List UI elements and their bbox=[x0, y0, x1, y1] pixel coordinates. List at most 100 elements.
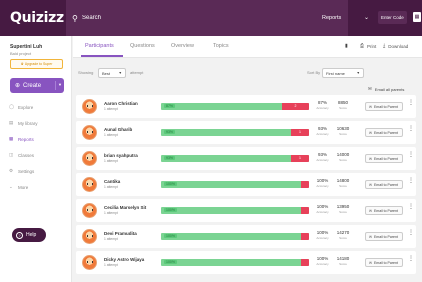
search-box[interactable]: ⚲ bbox=[66, 0, 348, 36]
chevron-down-icon[interactable]: ▼ bbox=[58, 82, 62, 87]
search-input[interactable] bbox=[82, 15, 232, 21]
tab-questions[interactable]: Questions bbox=[130, 43, 155, 49]
incorrect-segment: 1 bbox=[291, 129, 309, 136]
progress-bar: 100% bbox=[161, 259, 309, 266]
chevron-down-icon[interactable]: ⌄ bbox=[364, 14, 369, 21]
tab-participants[interactable]: Participants bbox=[85, 43, 114, 49]
more-options-icon[interactable]: ⋮ bbox=[408, 204, 414, 210]
email-to-parent-button[interactable]: ✉ Email to Parent bbox=[365, 206, 403, 215]
sidebar-item-label: More bbox=[18, 184, 29, 190]
table-row[interactable]: Devi Pramudita 1 attempt 100% 100% Accur… bbox=[76, 225, 416, 248]
attempt-select[interactable]: Best ▼ bbox=[98, 68, 126, 78]
create-button[interactable]: ⊕ Create ▼ bbox=[10, 78, 64, 93]
more-options-icon[interactable]: ⋮ bbox=[408, 178, 414, 184]
mail-icon: ✉ bbox=[369, 260, 372, 265]
table-row[interactable]: Aunal Gharib 1 attempt 93% 1 93% Accurac… bbox=[76, 121, 416, 144]
more-options-icon[interactable]: ⋮ bbox=[408, 230, 414, 236]
print-label: Print bbox=[367, 43, 377, 49]
email-to-parent-label: Email to Parent bbox=[373, 234, 398, 239]
create-label: Create bbox=[23, 82, 42, 89]
sort-select[interactable]: First name ▼ bbox=[322, 68, 364, 78]
email-all-label: Email all parents bbox=[374, 86, 405, 92]
score-label: Score bbox=[339, 158, 347, 162]
print-button[interactable]: ⎙ Print bbox=[360, 43, 376, 49]
help-label: Help bbox=[26, 232, 37, 238]
accuracy-label: Accuracy bbox=[316, 158, 329, 162]
score: 14800 Score bbox=[335, 178, 351, 188]
more-options-icon[interactable]: ⋮ bbox=[408, 100, 414, 106]
active-tab-indicator bbox=[81, 55, 123, 57]
sidebar-item-classes[interactable]: ◫ Classes bbox=[9, 152, 34, 158]
progress-bar: 87% 2 bbox=[161, 103, 309, 110]
tab-overview[interactable]: Overview bbox=[171, 43, 194, 49]
reports-dropdown[interactable]: Reports bbox=[322, 15, 341, 21]
download-icon: ⤓ bbox=[383, 43, 386, 49]
gear-icon: ⚙ bbox=[9, 168, 14, 173]
correct-badge: 100% bbox=[164, 260, 177, 264]
participant-attempts: 1 attempt bbox=[104, 107, 118, 111]
mail-icon: ✉ bbox=[369, 208, 372, 213]
help-button[interactable]: ? Help bbox=[12, 228, 46, 242]
more-options-icon[interactable]: ⋮ bbox=[408, 152, 414, 158]
upgrade-button[interactable]: ♛ Upgrade to Super bbox=[10, 59, 63, 69]
table-row[interactable]: Dicky Astro Wijaya 1 attempt 100% 100% A… bbox=[76, 251, 416, 274]
score-label: Score bbox=[339, 210, 347, 214]
enter-code-button[interactable]: Enter Code bbox=[378, 11, 407, 24]
score: 13950 Score bbox=[335, 204, 351, 214]
avatar-face bbox=[87, 157, 93, 159]
attempt-select-value: Best bbox=[102, 71, 111, 76]
apps-icon[interactable]: ▦ bbox=[413, 12, 421, 22]
table-row[interactable]: Cecilia Marselyn Sit 1 attempt 100% 100%… bbox=[76, 199, 416, 222]
quizizz-logo[interactable]: Quizizz bbox=[10, 10, 64, 26]
email-to-parent-label: Email to Parent bbox=[373, 130, 398, 135]
sidebar-item-more[interactable]: ⌄ More bbox=[9, 184, 28, 190]
email-all-parents-button[interactable]: ✉ Email all parents bbox=[368, 86, 404, 92]
participant-name[interactable]: Devi Pramudita bbox=[104, 231, 137, 236]
tab-topics[interactable]: Topics bbox=[213, 43, 229, 49]
sidebar-item-settings[interactable]: ⚙ Settings bbox=[9, 168, 34, 174]
participant-attempts: 1 attempt bbox=[104, 133, 118, 137]
mail-icon: ✉ bbox=[369, 156, 372, 161]
mail-icon: ✉ bbox=[369, 182, 372, 187]
table-row[interactable]: Cantika 1 attempt 100% 100% Accuracy 148… bbox=[76, 173, 416, 196]
sidebar-item-library[interactable]: ▤ My library bbox=[9, 120, 38, 126]
more-options-icon[interactable]: ⋮ bbox=[408, 126, 414, 132]
more-options-icon[interactable]: ⋮ bbox=[408, 256, 414, 262]
email-to-parent-button[interactable]: ✉ Email to Parent bbox=[365, 154, 403, 163]
trash-icon: ▮ bbox=[345, 43, 348, 49]
avatar-face bbox=[87, 131, 93, 133]
participant-name[interactable]: Aaron Christian bbox=[104, 101, 138, 106]
participant-name[interactable]: Dicky Astro Wijaya bbox=[104, 257, 144, 262]
report-header: Participants Questions Overview Topics ▮… bbox=[73, 36, 422, 58]
table-row[interactable]: Aaron Christian 1 attempt 87% 2 87% Accu… bbox=[76, 95, 416, 118]
email-to-parent-button[interactable]: ✉ Email to Parent bbox=[365, 102, 403, 111]
delete-button[interactable]: ▮ bbox=[345, 43, 351, 49]
accuracy-value: 100% bbox=[316, 230, 329, 235]
chevron-down-icon: ▼ bbox=[118, 71, 122, 75]
correct-badge: 93% bbox=[164, 130, 176, 134]
incorrect-segment bbox=[301, 259, 309, 266]
sidebar-item-explore[interactable]: ◯ Explore bbox=[9, 104, 33, 110]
avatar-face bbox=[87, 105, 93, 107]
email-to-parent-button[interactable]: ✉ Email to Parent bbox=[365, 180, 403, 189]
accuracy-label: Accuracy bbox=[316, 184, 329, 188]
sidebar-item-reports[interactable]: ▩ Reports bbox=[9, 136, 34, 142]
participant-name[interactable]: Cantika bbox=[104, 179, 120, 184]
download-button[interactable]: ⤓ Download bbox=[383, 43, 408, 49]
top-bar: Quizizz ⚲ bbox=[0, 0, 422, 36]
email-to-parent-button[interactable]: ✉ Email to Parent bbox=[365, 232, 403, 241]
email-to-parent-button[interactable]: ✉ Email to Parent bbox=[365, 128, 403, 137]
participant-name[interactable]: Aunal Gharib bbox=[104, 127, 132, 132]
participant-attempts: 1 attempt bbox=[104, 263, 118, 267]
avatar bbox=[82, 229, 97, 244]
accuracy: 93% Accuracy bbox=[315, 152, 330, 162]
email-to-parent-button[interactable]: ✉ Email to Parent bbox=[365, 258, 403, 267]
attempt-label: attempt bbox=[130, 70, 144, 75]
compass-icon: ◯ bbox=[9, 104, 15, 109]
sidebar-item-label: Explore bbox=[18, 104, 34, 110]
participant-name[interactable]: brian syahputra bbox=[104, 153, 138, 158]
table-row[interactable]: brian syahputra 1 attempt 93% 1 93% Accu… bbox=[76, 147, 416, 170]
participant-attempts: 1 attempt bbox=[104, 185, 118, 189]
accuracy-value: 87% bbox=[317, 100, 327, 105]
participant-name[interactable]: Cecilia Marselyn Sit bbox=[104, 205, 146, 210]
